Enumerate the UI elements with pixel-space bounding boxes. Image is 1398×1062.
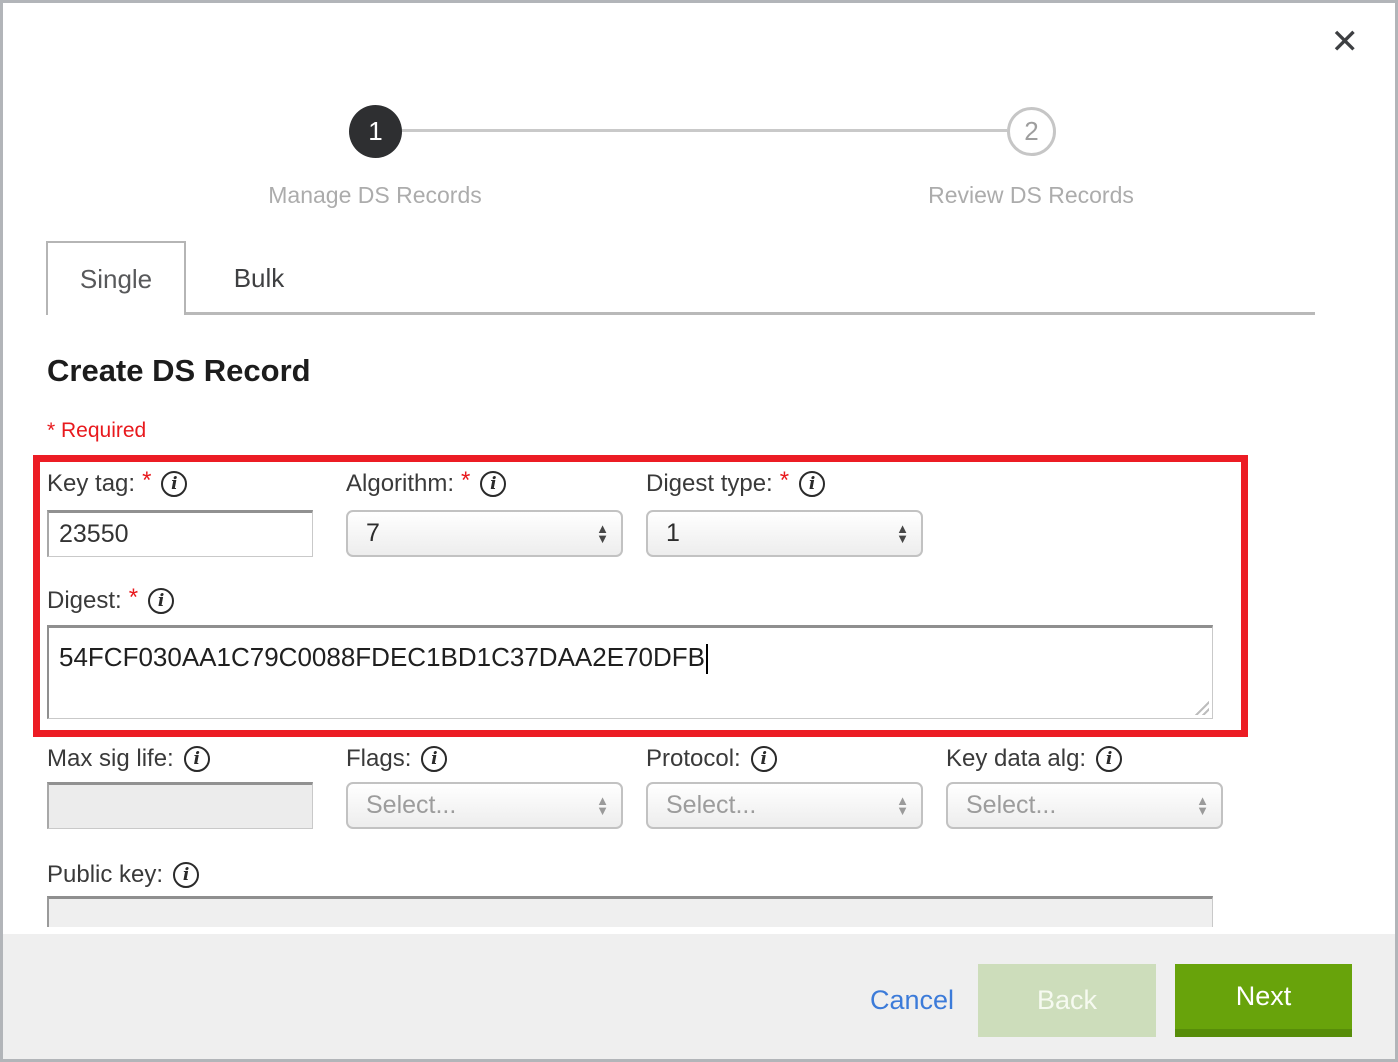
info-icon[interactable]: i [148,588,174,614]
page-title: Create DS Record [47,353,311,389]
algorithm-select[interactable]: 7 ▲ ▼ [346,510,623,557]
required-asterisk: * [129,584,138,612]
flags-label: Flags: i [346,744,447,774]
public-key-textarea[interactable] [47,896,1213,927]
next-button[interactable]: Next [1175,964,1352,1037]
required-asterisk: * [780,467,789,495]
info-icon[interactable]: i [799,471,825,497]
step-1-label: Manage DS Records [215,182,535,209]
public-key-label: Public key: i [47,860,199,890]
flags-select[interactable]: Select... ▲ ▼ [346,782,623,829]
protocol-label: Protocol: i [646,744,777,774]
digest-label: Digest: * i [47,586,174,616]
digest-type-label: Digest type: * i [646,469,825,499]
required-note: * Required [47,419,146,443]
spinner-arrows-icon: ▲ ▼ [1196,796,1209,816]
required-asterisk: * [461,467,470,495]
algorithm-label: Algorithm: * i [346,469,506,499]
key-tag-label: Key tag: * i [47,469,187,499]
info-icon[interactable]: i [184,746,210,772]
info-icon[interactable]: i [751,746,777,772]
tab-single[interactable]: Single [46,241,186,315]
arrow-down-icon: ▼ [596,534,609,544]
back-button[interactable]: Back [978,964,1156,1037]
step-1-indicator: 1 [349,105,402,158]
cancel-button[interactable]: Cancel [870,964,954,1037]
arrow-down-icon: ▼ [1196,806,1209,816]
spinner-arrows-icon: ▲ ▼ [596,796,609,816]
spinner-arrows-icon: ▲ ▼ [896,796,909,816]
digest-value: 54FCF030AA1C79C0088FDEC1BD1C37DAA2E70DFB [59,642,705,672]
create-ds-record-modal: { "modal": { "close_icon": "✕" }, "icons… [0,0,1398,1062]
key-tag-input[interactable] [47,510,313,557]
info-icon[interactable]: i [421,746,447,772]
info-icon[interactable]: i [1096,746,1122,772]
key-data-alg-select[interactable]: Select... ▲ ▼ [946,782,1223,829]
info-icon[interactable]: i [161,471,187,497]
key-data-alg-label: Key data alg: i [946,744,1122,774]
digest-textarea[interactable]: 54FCF030AA1C79C0088FDEC1BD1C37DAA2E70DFB [47,625,1213,719]
digest-type-select[interactable]: 1 ▲ ▼ [646,510,923,557]
arrow-down-icon: ▼ [896,534,909,544]
step-2-label: Review DS Records [871,182,1191,209]
required-asterisk: * [142,467,151,495]
text-cursor [706,644,708,674]
arrow-down-icon: ▼ [896,806,909,816]
tab-bulk[interactable]: Bulk [186,241,332,315]
footer-bar: Cancel Back Next [3,934,1395,1059]
spinner-arrows-icon: ▲ ▼ [596,524,609,544]
info-icon[interactable]: i [480,471,506,497]
resize-grip-icon[interactable] [1192,698,1209,715]
spinner-arrows-icon: ▲ ▼ [896,524,909,544]
max-sig-life-label: Max sig life: i [47,744,210,774]
close-button[interactable]: ✕ [1331,25,1360,59]
max-sig-life-input[interactable] [47,782,313,829]
step-2-indicator: 2 [1007,107,1056,156]
close-icon: ✕ [1331,22,1360,62]
protocol-select[interactable]: Select... ▲ ▼ [646,782,923,829]
arrow-down-icon: ▼ [596,806,609,816]
step-connector-line [402,129,1007,132]
tab-divider-line [185,312,1315,315]
info-icon[interactable]: i [173,862,199,888]
